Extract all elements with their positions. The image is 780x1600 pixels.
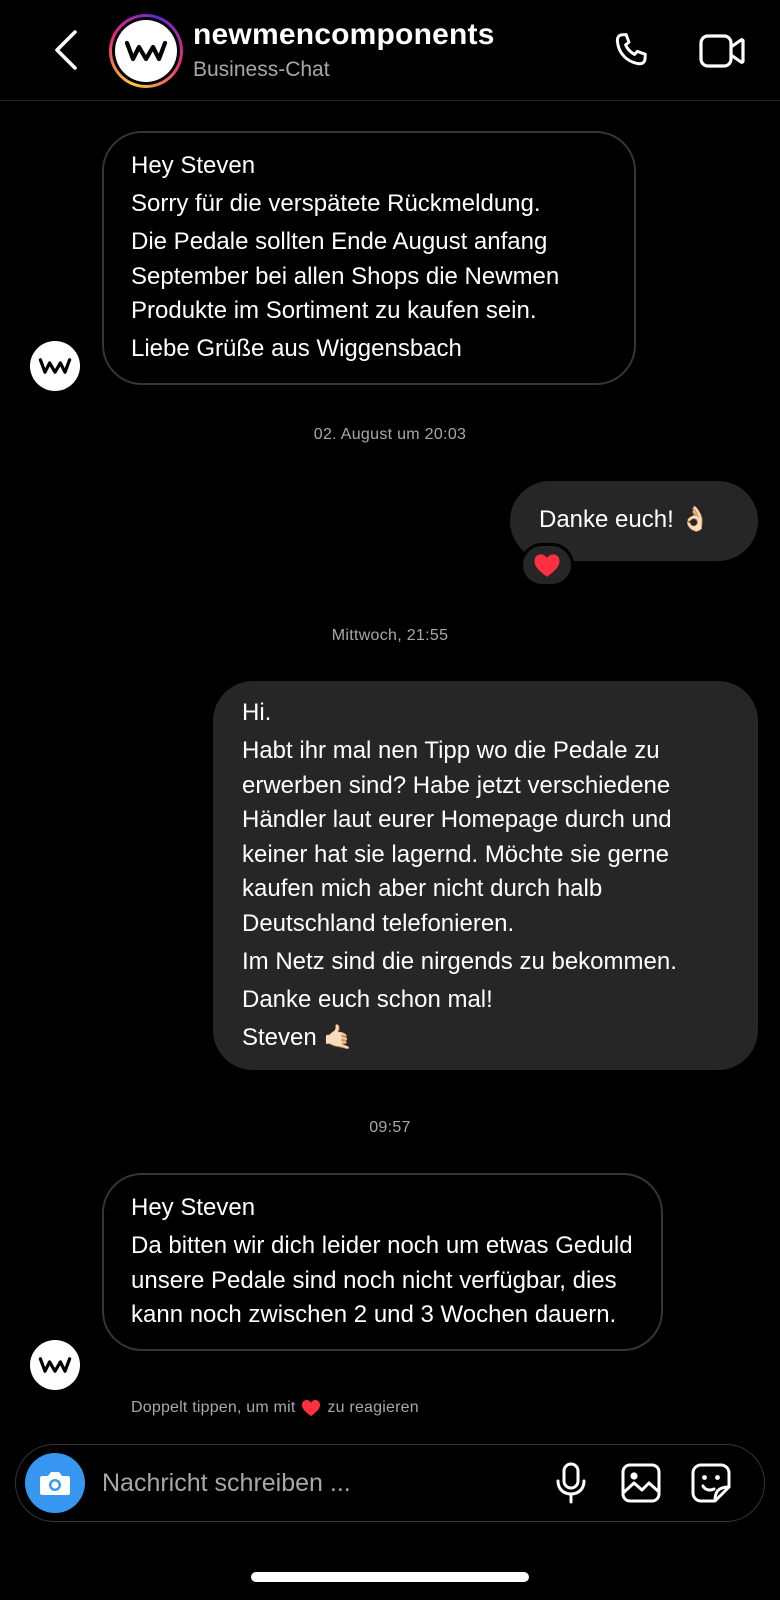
message-line: Die Pedale sollten Ende August anfang Se… [131, 228, 560, 324]
hint-text-before: Doppelt tippen, um mit [131, 1399, 296, 1416]
contact-name[interactable]: newmencomponents [193, 18, 495, 52]
hint-text-after: zu reagieren [327, 1399, 419, 1416]
sender-avatar[interactable] [30, 1340, 80, 1390]
message-line: Da bitten wir dich leider noch um etwas … [131, 1232, 633, 1328]
message-line: Liebe Grüße aus Wiggensbach [131, 335, 462, 362]
message-line: Hey Steven [131, 1194, 256, 1221]
sticker-button[interactable] [687, 1459, 735, 1507]
message-composer [15, 1444, 765, 1522]
message-line: Steven 🤙🏻 [242, 1023, 354, 1051]
voice-call-button[interactable] [606, 26, 656, 76]
sender-avatar[interactable] [30, 341, 80, 391]
reaction-hint: Doppelt tippen, um mit zu reagieren [131, 1399, 419, 1417]
message-line: Danke euch! 👌🏻 [539, 506, 711, 533]
newmen-logo [38, 358, 72, 374]
newmen-logo [124, 40, 168, 62]
microphone-icon [556, 1462, 586, 1504]
message-line: Hi. [242, 699, 272, 726]
phone-icon [615, 33, 647, 66]
message-line: Hey Steven [131, 152, 256, 179]
video-camera-icon [699, 34, 745, 68]
video-call-button[interactable] [694, 26, 750, 76]
incoming-message[interactable]: Hey Steven Da bitten wir dich leider noc… [102, 1173, 663, 1351]
timestamp: 09:57 [369, 1119, 411, 1136]
heart-icon [302, 1399, 321, 1417]
outgoing-message[interactable]: Hi. Habt ihr mal nen Tipp wo die Pedale … [213, 681, 758, 1070]
gallery-icon [621, 1463, 661, 1503]
message-reaction[interactable] [520, 543, 574, 587]
back-button[interactable] [44, 26, 88, 74]
message-line: Danke euch schon mal! [242, 985, 493, 1013]
chat-type-label: Business-Chat [193, 58, 330, 81]
timestamp: 02. August um 20:03 [313, 426, 467, 443]
home-indicator[interactable] [251, 1572, 529, 1582]
sticker-icon [691, 1463, 731, 1503]
voice-message-button[interactable] [547, 1459, 595, 1507]
message-line: Sorry für die verspätete Rückmeldung. [131, 190, 541, 217]
newmen-logo [38, 1357, 72, 1373]
incoming-message[interactable]: Hey Steven Sorry für die verspätete Rück… [102, 131, 636, 385]
timestamp: Mittwoch, 21:55 [331, 627, 449, 644]
heart-icon [534, 553, 560, 577]
camera-icon [40, 1472, 70, 1495]
message-input[interactable] [102, 1459, 522, 1507]
chevron-left-icon [55, 30, 77, 70]
camera-button[interactable] [25, 1453, 85, 1513]
message-line: Im Netz sind die nirgends zu bekommen. [242, 947, 677, 975]
message-line: Habt ihr mal nen Tipp wo die Pedale zu e… [242, 737, 672, 937]
chat-header: newmencomponents Business-Chat [0, 0, 780, 101]
gallery-button[interactable] [617, 1459, 665, 1507]
profile-avatar[interactable] [109, 14, 183, 88]
